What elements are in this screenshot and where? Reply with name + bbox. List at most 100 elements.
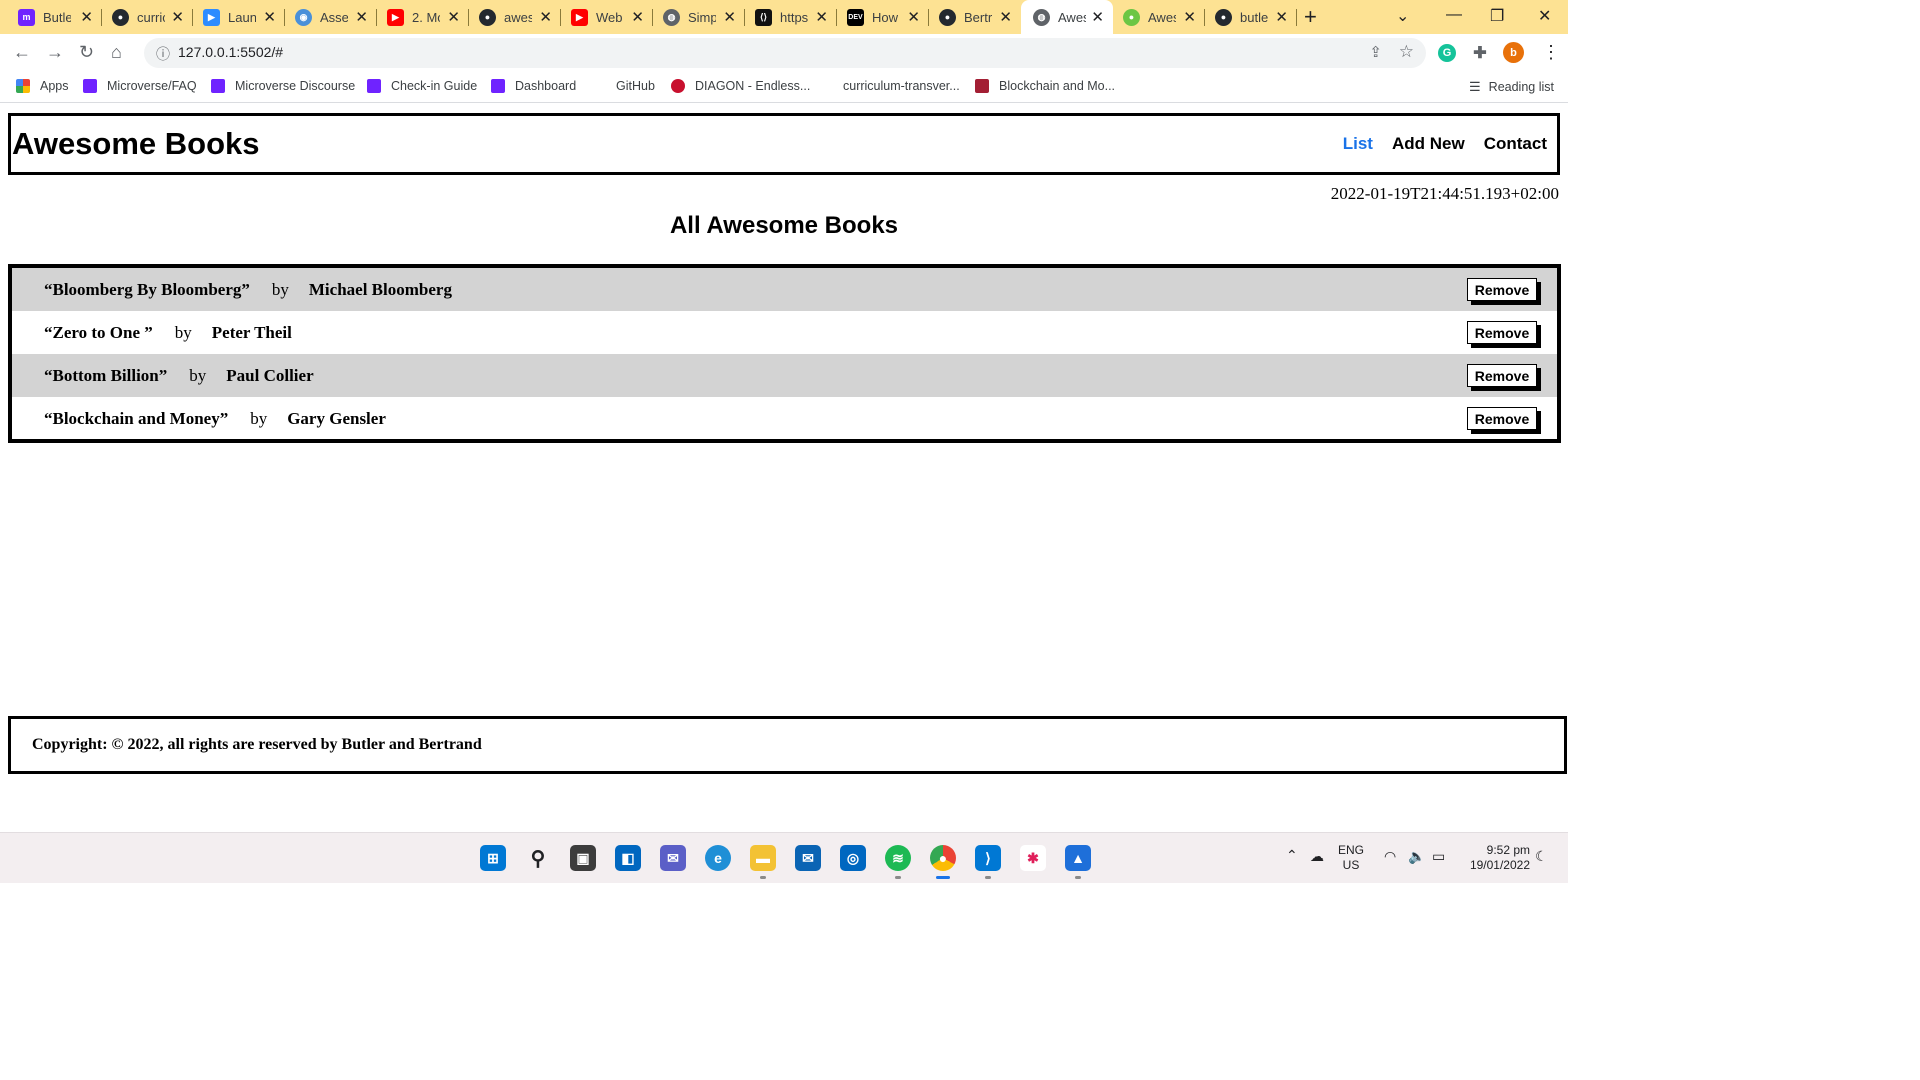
close-icon[interactable]: ✕ (447, 8, 460, 26)
browser-tab[interactable]: ▶ Web ✕ (561, 0, 653, 34)
close-icon[interactable]: ✕ (999, 8, 1012, 26)
bookmark-item[interactable]: curriculum-transver... (819, 79, 960, 93)
browser-tab[interactable]: ◉ Assessment ✕ (285, 0, 377, 34)
bookmarks-bar: Apps Microverse/FAQ Microverse Discourse… (0, 72, 1568, 103)
bookmark-star-icon[interactable]: ☆ (1399, 42, 1414, 62)
bookmark-label: Microverse/FAQ (107, 79, 197, 93)
chat-icon[interactable]: ✉ (660, 845, 686, 871)
bookmark-item[interactable]: DIAGON - Endless... (671, 79, 810, 93)
edge-icon[interactable]: e (705, 845, 731, 871)
site-info-icon[interactable]: ⓘ (156, 44, 170, 64)
tab-search-icon[interactable]: ⌄ (1396, 6, 1409, 26)
volume-icon[interactable]: 🔈 (1408, 849, 1425, 864)
search-icon[interactable]: ⚲ (525, 845, 551, 871)
photos-icon[interactable]: ▲ (1065, 845, 1091, 871)
taskbar: ⊞ ⚲ ▣ ◧ ✉ e ▬ ✉ ◎ ≋ ● ⟩ ✱ ▲ ⌃ ☁ ENG US ◠… (0, 832, 1568, 883)
book-title: “Bottom Billion” (44, 365, 168, 385)
wifi-icon[interactable]: ◠ (1384, 849, 1396, 864)
clock[interactable]: 9:52 pm 19/01/2022 (1462, 843, 1530, 873)
github-icon (592, 79, 606, 93)
spotify-icon[interactable]: ≋ (885, 845, 911, 871)
reload-icon[interactable]: ↻ (79, 42, 94, 63)
share-icon[interactable]: ⇪ (1369, 43, 1382, 61)
task-view-icon[interactable]: ▣ (570, 845, 596, 871)
bookmark-item[interactable]: GitHub (592, 79, 655, 93)
mail-icon[interactable]: ✉ (795, 845, 821, 871)
notifications-icon[interactable]: ☾ (1535, 849, 1548, 864)
book-by: by (174, 322, 192, 342)
onedrive-icon[interactable]: ☁ (1310, 849, 1324, 864)
bookmark-apps[interactable]: Apps (16, 79, 69, 93)
site-footer: Copyright: © 2022, all rights are reserv… (8, 716, 1567, 774)
book-by: by (250, 408, 268, 428)
browser-tab[interactable]: ▶ Launch ✕ (193, 0, 285, 34)
tab-title: awesome (504, 9, 532, 25)
address-bar[interactable]: ⓘ 127.0.0.1:5502/# ⇪ ☆ (144, 38, 1426, 68)
browser-tab[interactable]: DEV How ✕ (837, 0, 929, 34)
language-indicator[interactable]: ENG US (1338, 843, 1364, 873)
browser-tab[interactable]: ● Awesome ✕ (1113, 0, 1205, 34)
close-icon[interactable]: ✕ (539, 8, 552, 26)
browser-tab[interactable]: ● awesome ✕ (469, 0, 561, 34)
reading-list[interactable]: ☰ Reading list (1469, 79, 1554, 95)
close-icon[interactable]: ✕ (171, 8, 184, 26)
close-window-button[interactable]: ✕ (1538, 6, 1551, 26)
back-icon[interactable]: ← (13, 42, 31, 63)
home-icon[interactable]: ⌂ (111, 42, 122, 63)
start-icon[interactable]: ⊞ (480, 845, 506, 871)
profile-avatar[interactable]: b (1503, 42, 1524, 63)
remove-button[interactable]: Remove (1467, 321, 1537, 344)
file-explorer-icon[interactable]: ▬ (750, 845, 776, 871)
store-icon[interactable]: ◎ (840, 845, 866, 871)
forward-icon[interactable]: → (46, 42, 64, 63)
nav-link-contact[interactable]: Contact (1484, 134, 1547, 154)
github-icon: ● (1215, 8, 1232, 26)
slack-icon[interactable]: ✱ (1020, 845, 1046, 871)
tab-title: curriculum (137, 9, 165, 25)
browser-tab[interactable]: ◍ Simple ✕ (653, 0, 745, 34)
close-icon[interactable]: ✕ (907, 8, 920, 26)
chrome-icon[interactable]: ● (930, 845, 956, 871)
vscode-icon[interactable]: ⟩ (975, 845, 1001, 871)
chevron-up-icon[interactable]: ⌃ (1286, 848, 1298, 863)
maximize-button[interactable]: ❐ (1490, 6, 1504, 26)
globe-icon: ◍ (663, 8, 680, 26)
close-icon[interactable]: ✕ (1183, 8, 1196, 26)
close-icon[interactable]: ✕ (80, 8, 93, 26)
browser-tab-active[interactable]: ◍ Awesome ✕ (1021, 0, 1113, 34)
url-text[interactable]: 127.0.0.1:5502/# (178, 44, 283, 60)
nav-link-add-new[interactable]: Add New (1392, 134, 1465, 154)
minimize-button[interactable]: — (1446, 6, 1462, 24)
tab-title: Butler (43, 9, 71, 25)
tab-title: Awesome (1058, 9, 1086, 25)
nav-link-list[interactable]: List (1343, 134, 1373, 154)
bookmark-item[interactable]: Blockchain and Mo... (975, 79, 1115, 93)
bookmark-item[interactable]: Dashboard (491, 79, 576, 93)
widgets-icon[interactable]: ◧ (615, 845, 641, 871)
extensions-icon[interactable]: ✚ (1471, 44, 1489, 62)
browser-tab[interactable]: ▶ 2. Mo ✕ (377, 0, 469, 34)
bookmark-item[interactable]: Microverse Discourse (211, 79, 355, 93)
close-icon[interactable]: ✕ (1091, 8, 1104, 26)
close-icon[interactable]: ✕ (355, 8, 368, 26)
clock-time: 9:52 pm (1486, 843, 1530, 857)
bookmark-item[interactable]: Check-in Guide (367, 79, 477, 93)
browser-tab[interactable]: ● butler ✕ (1205, 0, 1297, 34)
browser-tab[interactable]: ● Bertrand ✕ (929, 0, 1021, 34)
browser-tab[interactable]: ● curriculum ✕ (102, 0, 193, 34)
remove-button[interactable]: Remove (1467, 278, 1537, 301)
close-icon[interactable]: ✕ (723, 8, 736, 26)
menu-icon[interactable]: ⋮ (1542, 42, 1560, 63)
battery-icon[interactable]: ▭ (1432, 849, 1445, 864)
close-icon[interactable]: ✕ (631, 8, 644, 26)
close-icon[interactable]: ✕ (263, 8, 276, 26)
browser-tab[interactable]: m Butler ✕ (0, 0, 102, 34)
new-tab-button[interactable]: + (1304, 4, 1317, 30)
remove-button[interactable]: Remove (1467, 364, 1537, 387)
close-icon[interactable]: ✕ (815, 8, 828, 26)
grammarly-icon[interactable]: G (1438, 44, 1456, 62)
browser-tab[interactable]: ⟨⟩ https ✕ (745, 0, 837, 34)
remove-button[interactable]: Remove (1467, 407, 1537, 430)
bookmark-item[interactable]: Microverse/FAQ (83, 79, 197, 93)
close-icon[interactable]: ✕ (1275, 8, 1288, 26)
